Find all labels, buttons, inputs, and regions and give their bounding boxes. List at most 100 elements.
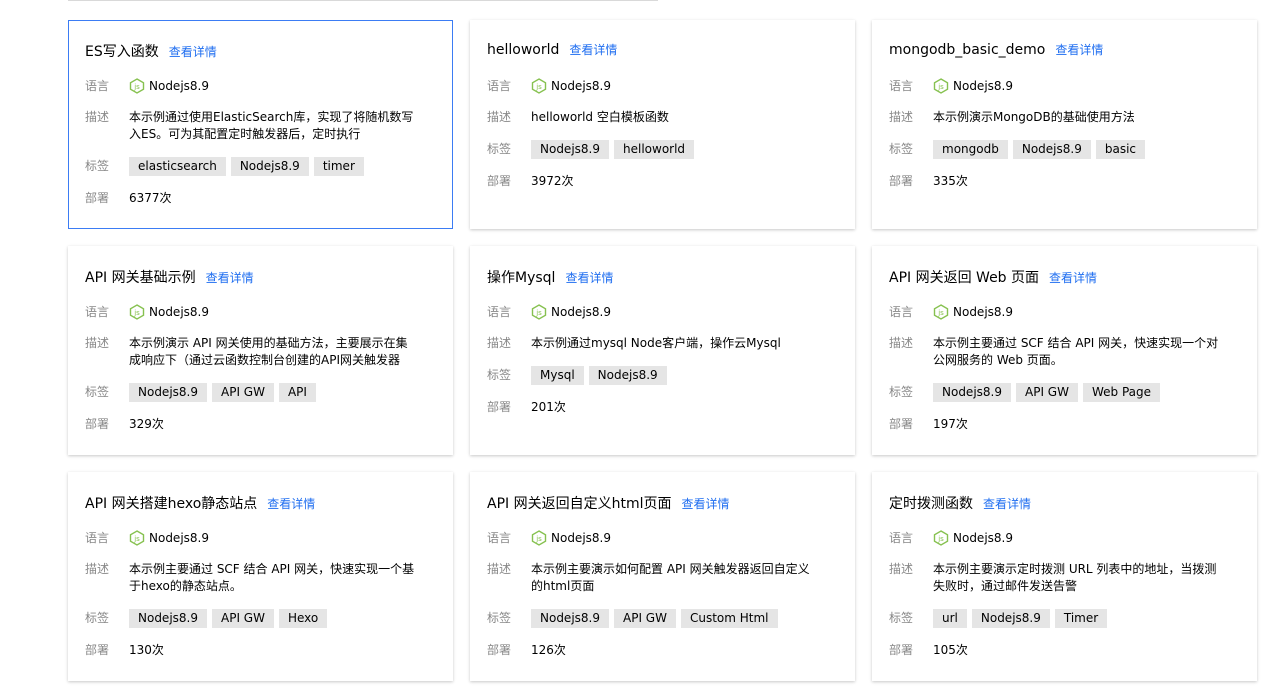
top-divider	[68, 0, 658, 1]
language-row: 语言 js Nodejs8.9	[889, 77, 1240, 95]
deploy-label: 部署	[487, 174, 512, 188]
description-label: 描述	[889, 336, 914, 350]
deploy-label: 部署	[85, 643, 110, 657]
tags-label: 标签	[85, 611, 110, 625]
template-card[interactable]: mongodb_basic_demo 查看详情 语言 js Nodejs8.9 …	[872, 20, 1257, 229]
template-card[interactable]: API 网关返回自定义html页面 查看详情 语言 js Nodejs8.9 描…	[470, 472, 855, 681]
language-row: 语言 js Nodejs8.9	[889, 303, 1240, 321]
language-value: Nodejs8.9	[953, 530, 1013, 545]
description-value: 本示例主要通过 SCF 结合 API 网关，快速实现一个对公网服务的 Web 页…	[933, 336, 1219, 367]
language-label: 语言	[889, 304, 914, 319]
deploy-count: 329次	[129, 417, 164, 431]
tags-label: 标签	[487, 611, 512, 625]
template-card[interactable]: API 网关返回 Web 页面 查看详情 语言 js Nodejs8.9 描述 …	[872, 246, 1257, 455]
view-details-link[interactable]: 查看详情	[267, 495, 315, 512]
tags-row: 标签 Nodejs8.9 API GW API	[85, 383, 436, 402]
language-label: 语言	[85, 530, 110, 545]
tag: Web Page	[1082, 383, 1160, 402]
tag-list: Nodejs8.9 API GW Web Page	[933, 383, 1240, 402]
tag: Timer	[1054, 609, 1108, 628]
card-header: API 网关搭建hexo静态站点 查看详情	[85, 493, 436, 512]
description-value: 本示例主要演示如何配置 API 网关触发器返回自定义的html页面	[531, 562, 810, 593]
view-details-link[interactable]: 查看详情	[565, 269, 613, 286]
view-details-link[interactable]: 查看详情	[682, 495, 730, 512]
language-value: Nodejs8.9	[149, 78, 209, 93]
description-row: 描述 本示例主要演示定时拨测 URL 列表中的地址，当拨测失败时，通过邮件发送告…	[889, 561, 1240, 595]
description-row: 描述 本示例演示MongoDB的基础使用方法	[889, 109, 1240, 126]
card-header: ES写入函数 查看详情	[85, 41, 436, 60]
deploy-label: 部署	[487, 643, 512, 657]
card-header: helloworld 查看详情	[487, 41, 838, 59]
tags-row: 标签 Nodejs8.9 helloworld	[487, 140, 838, 159]
view-details-link[interactable]: 查看详情	[1049, 269, 1097, 286]
description-label: 描述	[889, 110, 914, 124]
tag: Mysql	[531, 366, 584, 385]
language-row: 语言 js Nodejs8.9	[85, 303, 436, 321]
deploy-row: 部署 3972次	[487, 173, 838, 190]
template-card[interactable]: 操作Mysql 查看详情 语言 js Nodejs8.9 描述 本示例通过mys…	[470, 246, 855, 455]
nodejs-icon: js	[531, 78, 547, 94]
language-value: Nodejs8.9	[953, 78, 1013, 93]
description-row: 描述 helloworld 空白模板函数	[487, 109, 838, 126]
tag: Nodejs8.9	[588, 366, 667, 385]
svg-text:js: js	[937, 309, 944, 317]
description-label: 描述	[487, 110, 512, 124]
description-label: 描述	[889, 562, 914, 576]
svg-text:js: js	[937, 83, 944, 91]
template-card[interactable]: ES写入函数 查看详情 语言 js Nodejs8.9 描述 本示例通过使用El…	[68, 20, 453, 229]
tag: mongodb	[933, 140, 1008, 159]
tags-row: 标签 mongodb Nodejs8.9 basic	[889, 140, 1240, 159]
tag: Nodejs8.9	[129, 383, 207, 402]
card-title: mongodb_basic_demo	[889, 42, 1046, 58]
description-row: 描述 本示例通过mysql Node客户端，操作云Mysql	[487, 335, 838, 352]
template-card-grid: ES写入函数 查看详情 语言 js Nodejs8.9 描述 本示例通过使用El…	[68, 20, 1257, 681]
tags-label: 标签	[85, 385, 110, 399]
tag: API GW	[1016, 383, 1078, 402]
deploy-row: 部署 335次	[889, 173, 1240, 190]
tag-list: Nodejs8.9 API GW Custom Html	[531, 609, 838, 628]
card-header: API 网关返回 Web 页面 查看详情	[889, 267, 1240, 286]
view-details-link[interactable]: 查看详情	[983, 495, 1031, 512]
tags-label: 标签	[487, 142, 512, 156]
language-row: 语言 js Nodejs8.9	[487, 303, 838, 321]
tag: Nodejs8.9	[531, 140, 609, 159]
language-value: Nodejs8.9	[149, 530, 209, 545]
view-details-link[interactable]: 查看详情	[169, 43, 217, 60]
card-title: API 网关基础示例	[85, 270, 196, 286]
language-value: Nodejs8.9	[551, 530, 611, 545]
nodejs-icon: js	[531, 530, 547, 546]
tag-list: mongodb Nodejs8.9 basic	[933, 140, 1240, 159]
svg-text:js: js	[535, 309, 542, 317]
tags-row: 标签 Mysql Nodejs8.9	[487, 366, 838, 385]
card-title: API 网关搭建hexo静态站点	[85, 496, 258, 512]
template-card[interactable]: API 网关搭建hexo静态站点 查看详情 语言 js Nodejs8.9 描述…	[68, 472, 453, 681]
language-row: 语言 js Nodejs8.9	[85, 77, 436, 95]
tag-list: Mysql Nodejs8.9	[531, 366, 838, 385]
tags-row: 标签 Nodejs8.9 API GW Hexo	[85, 609, 436, 628]
description-label: 描述	[85, 336, 110, 350]
deploy-label: 部署	[889, 643, 914, 657]
tag: API GW	[212, 383, 274, 402]
tag: helloworld	[614, 140, 695, 159]
deploy-count: 130次	[129, 643, 164, 657]
deploy-count: 201次	[531, 400, 566, 414]
language-label: 语言	[487, 304, 512, 319]
nodejs-icon: js	[933, 304, 949, 320]
description-value: 本示例主要通过 SCF 结合 API 网关，快速实现一个基于hexo的静态站点。	[129, 562, 415, 593]
view-details-link[interactable]: 查看详情	[206, 269, 254, 286]
template-card[interactable]: 定时拨测函数 查看详情 语言 js Nodejs8.9 描述 本示例主要演示定时…	[872, 472, 1257, 681]
template-card[interactable]: helloworld 查看详情 语言 js Nodejs8.9 描述 hello…	[470, 20, 855, 229]
nodejs-icon: js	[129, 78, 145, 94]
tags-row: 标签 url Nodejs8.9 Timer	[889, 609, 1240, 628]
svg-text:js: js	[937, 535, 944, 543]
language-value: Nodejs8.9	[551, 78, 611, 93]
language-label: 语言	[85, 304, 110, 319]
view-details-link[interactable]: 查看详情	[569, 41, 617, 58]
tag: url	[933, 609, 967, 628]
template-card[interactable]: API 网关基础示例 查看详情 语言 js Nodejs8.9 描述 本示例演示…	[68, 246, 453, 455]
view-details-link[interactable]: 查看详情	[1055, 41, 1103, 58]
description-value: 本示例通过使用ElasticSearch库，实现了将随机数写入ES。可为其配置定…	[129, 110, 414, 141]
description-label: 描述	[85, 110, 110, 124]
tags-row: 标签 Nodejs8.9 API GW Web Page	[889, 383, 1240, 402]
tag: Nodejs8.9	[971, 609, 1050, 628]
